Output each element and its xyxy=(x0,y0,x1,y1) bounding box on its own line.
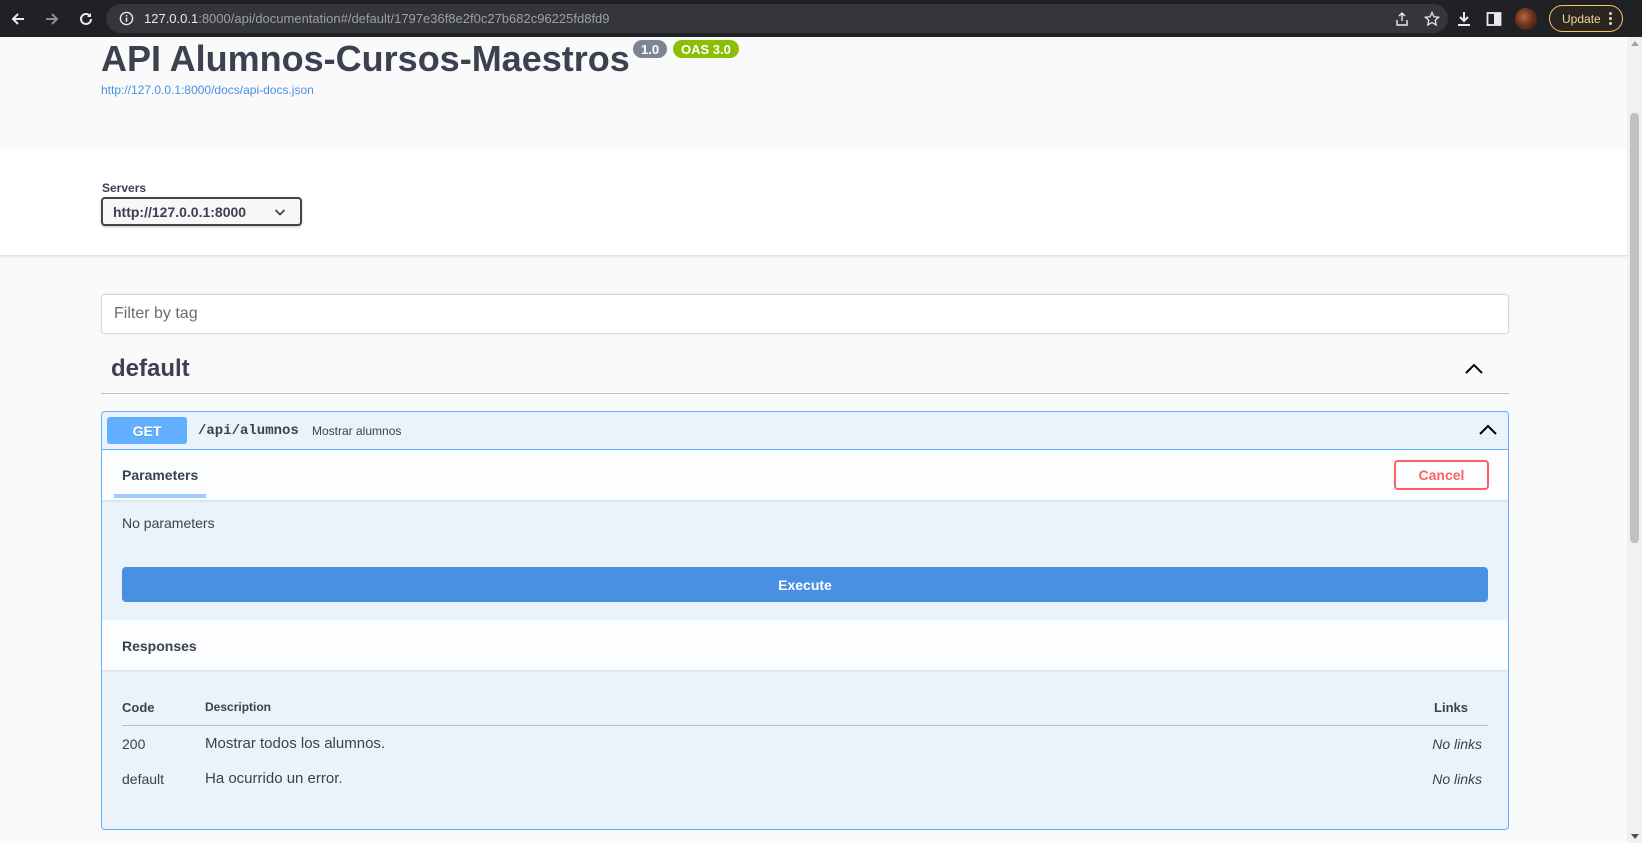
response-description: Ha ocurrido un error. xyxy=(205,770,343,787)
operation-get-alumnos: GET /api/alumnos Mostrar alumnos Paramet… xyxy=(101,411,1509,830)
servers-select[interactable]: http://127.0.0.1:8000 xyxy=(101,197,302,226)
no-parameters-text: No parameters xyxy=(122,515,215,531)
chevron-up-icon[interactable] xyxy=(1463,358,1485,380)
forward-button[interactable] xyxy=(36,3,68,35)
chevron-down-icon xyxy=(274,209,286,216)
browser-toolbar: 127.0.0.1:8000/api/documentation#/defaul… xyxy=(0,0,1642,37)
forward-arrow-icon xyxy=(46,12,59,25)
method-badge: GET xyxy=(107,417,187,444)
scrollbar-thumb[interactable] xyxy=(1630,113,1639,543)
tab-parameters[interactable]: Parameters xyxy=(122,467,198,483)
cancel-button[interactable]: Cancel xyxy=(1394,460,1489,490)
back-button[interactable] xyxy=(2,3,34,35)
operation-summary-text: Mostrar alumnos xyxy=(312,424,402,438)
response-links: No links xyxy=(1432,736,1482,752)
operation-summary[interactable]: GET /api/alumnos Mostrar alumnos xyxy=(102,412,1508,450)
operation-path: /api/alumnos xyxy=(198,423,299,439)
responses-header: Responses xyxy=(102,620,1508,670)
share-icon[interactable] xyxy=(1394,11,1410,27)
kebab-menu-icon xyxy=(1608,12,1612,25)
tag-name: default xyxy=(111,355,190,382)
execute-button[interactable]: Execute xyxy=(122,567,1488,602)
info-section: API Alumnos-Cursos-Maestros 1.0 OAS 3.0 … xyxy=(0,37,1627,148)
url-text[interactable]: 127.0.0.1:8000/api/documentation#/defaul… xyxy=(144,11,610,26)
info-icon[interactable] xyxy=(118,11,134,27)
response-description: Mostrar todos los alumnos. xyxy=(205,735,386,752)
responses-table-header: Code Description Links xyxy=(122,696,1488,726)
side-panel-icon[interactable] xyxy=(1485,10,1503,28)
oas-badge: OAS 3.0 xyxy=(673,40,739,58)
filter-by-tag-input[interactable]: Filter by tag xyxy=(101,294,1509,334)
column-description: Description xyxy=(205,700,272,714)
update-label: Update xyxy=(1562,11,1601,26)
response-code: default xyxy=(122,771,165,787)
star-icon[interactable] xyxy=(1424,10,1440,27)
parameters-header: Parameters Cancel xyxy=(102,450,1508,500)
version-badge: 1.0 xyxy=(633,40,668,58)
responses-table: Code Description Links 200 Mostrar todos… xyxy=(122,696,1488,796)
reload-icon xyxy=(80,12,92,25)
back-arrow-icon xyxy=(11,12,24,25)
responses-title: Responses xyxy=(122,638,197,654)
address-bar[interactable]: 127.0.0.1:8000/api/documentation#/defaul… xyxy=(106,4,1448,33)
update-button[interactable]: Update xyxy=(1549,5,1623,32)
swagger-page: API Alumnos-Cursos-Maestros 1.0 OAS 3.0 … xyxy=(0,37,1627,843)
spec-url-link[interactable]: http://127.0.0.1:8000/docs/api-docs.json xyxy=(101,83,314,97)
servers-selected-value: http://127.0.0.1:8000 xyxy=(113,203,247,220)
chevron-up-icon[interactable] xyxy=(1478,420,1498,440)
page-scrollbar[interactable] xyxy=(1627,37,1642,843)
scroll-down-arrow[interactable] xyxy=(1631,834,1639,839)
column-code: Code xyxy=(122,700,155,715)
tag-section-header[interactable]: default xyxy=(101,352,1509,394)
response-code: 200 xyxy=(122,736,146,752)
response-links: No links xyxy=(1432,771,1482,787)
api-title: API Alumnos-Cursos-Maestros xyxy=(101,38,630,79)
servers-section: Servers http://127.0.0.1:8000 xyxy=(0,148,1627,256)
tab-underline xyxy=(114,494,206,498)
scroll-up-arrow[interactable] xyxy=(1631,41,1639,46)
reload-button[interactable] xyxy=(70,3,102,35)
table-row: 200 Mostrar todos los alumnos. No links xyxy=(122,726,1488,761)
download-icon[interactable] xyxy=(1455,10,1473,28)
servers-label: Servers xyxy=(102,181,147,195)
table-row: default Ha ocurrido un error. No links xyxy=(122,761,1488,796)
column-links: Links xyxy=(1434,700,1468,715)
profile-avatar[interactable] xyxy=(1515,7,1537,30)
